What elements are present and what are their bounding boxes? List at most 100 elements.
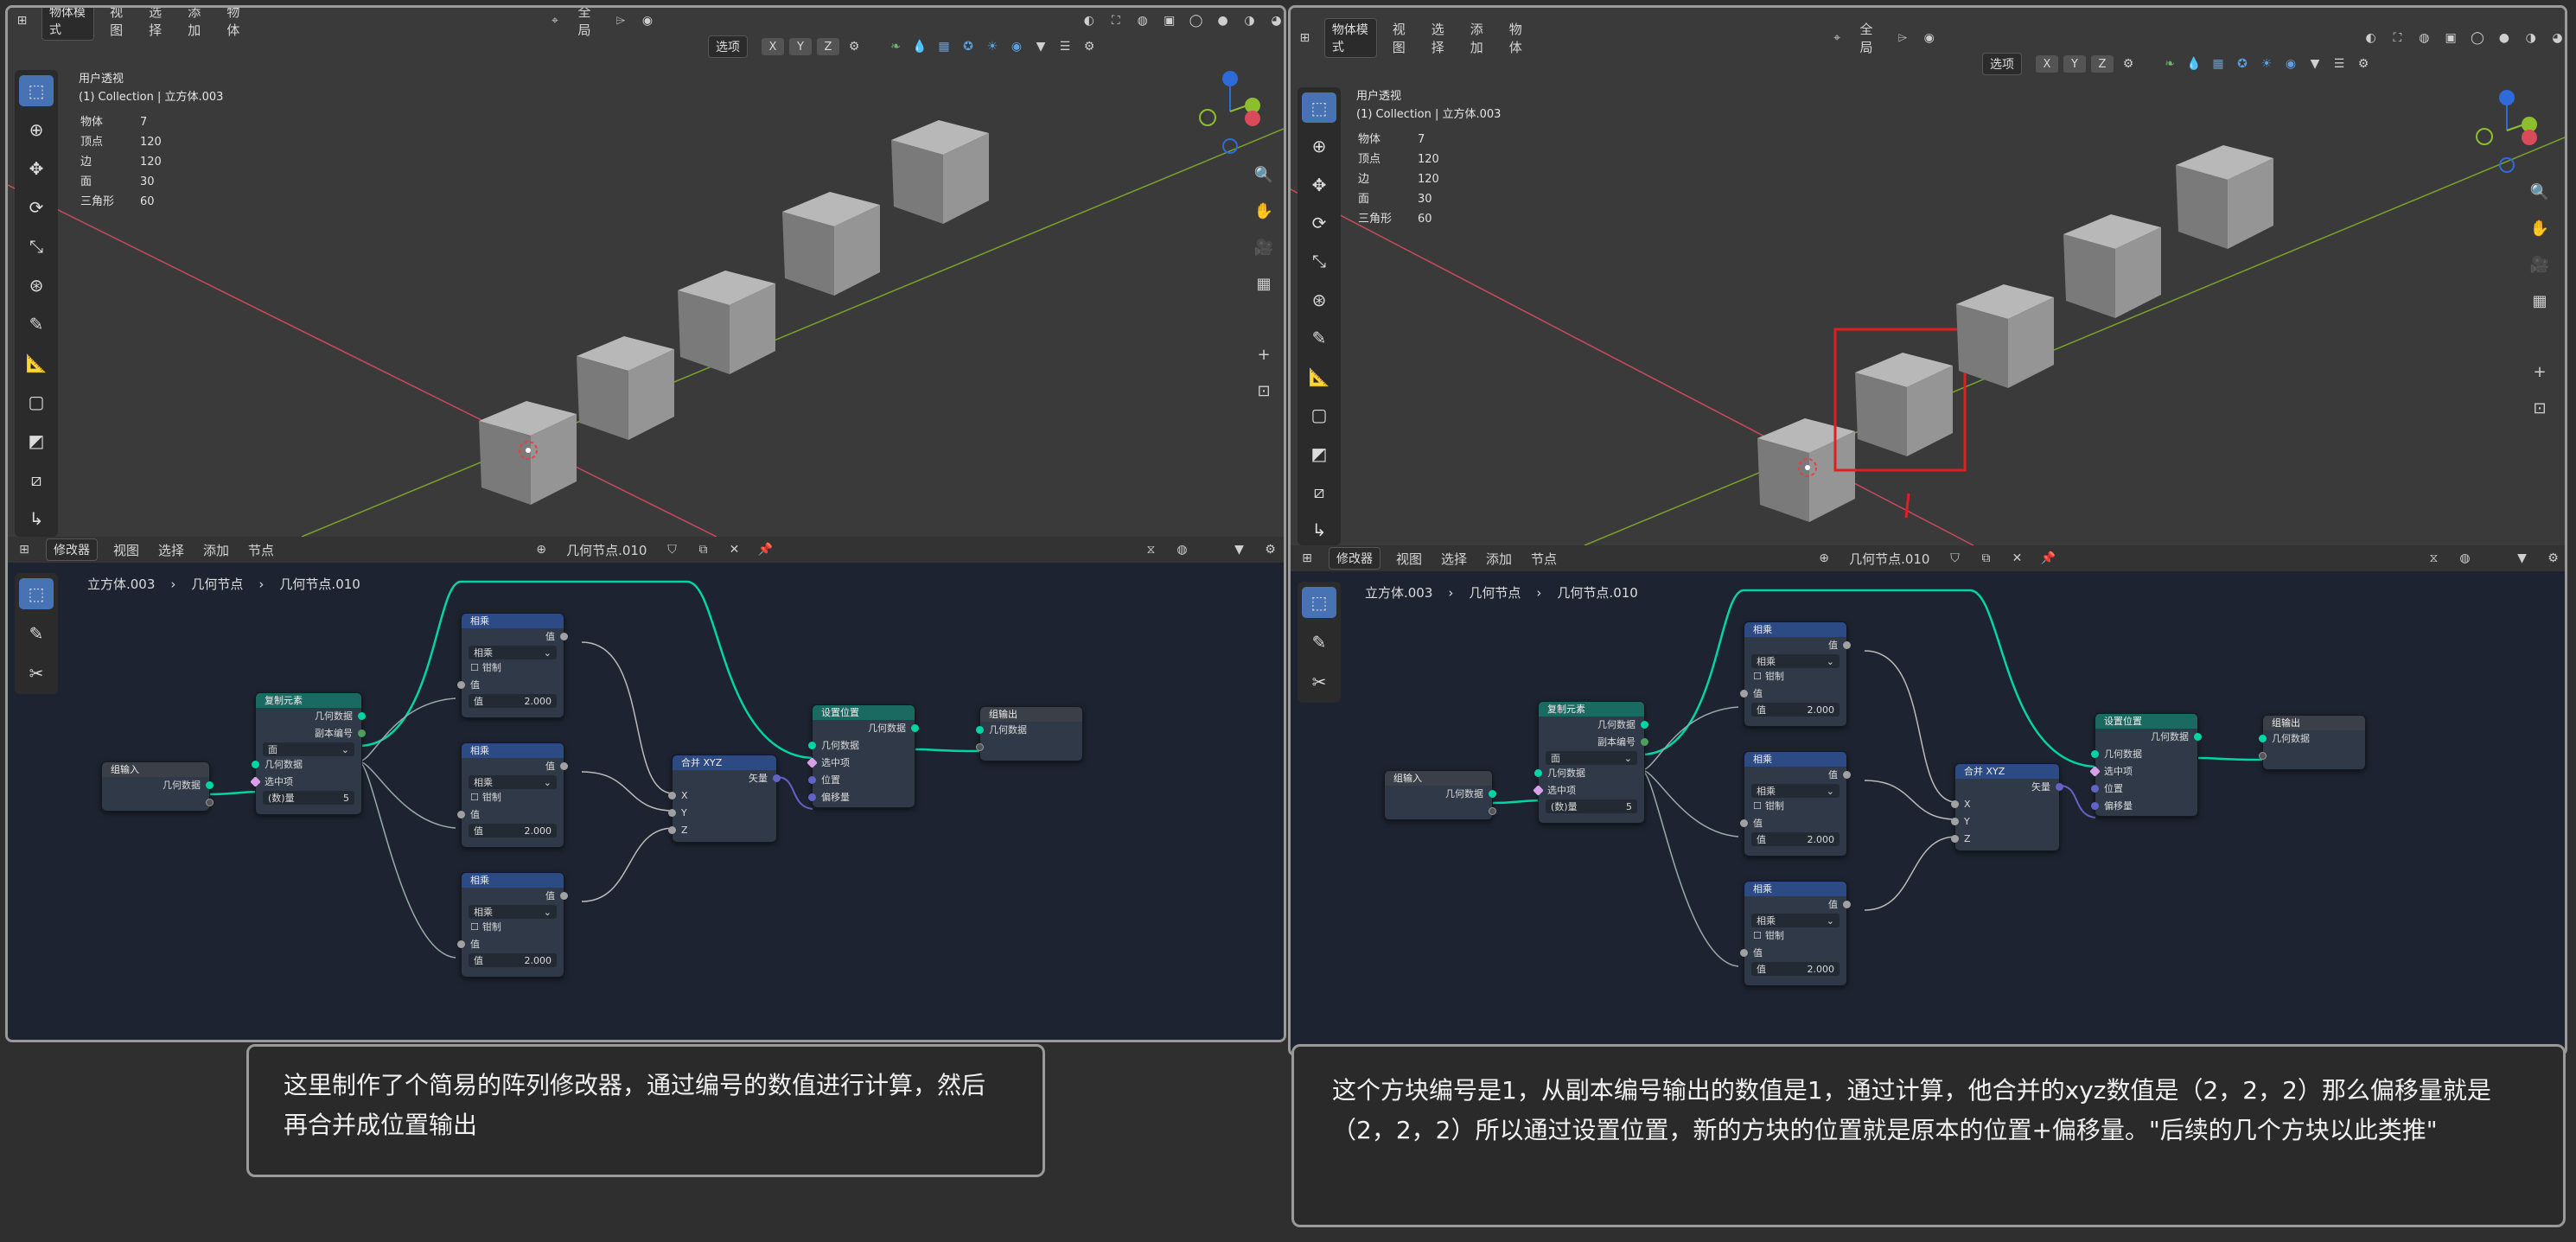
- cube[interactable]: [891, 120, 989, 224]
- fake-user-shield-icon[interactable]: ⛉: [1945, 549, 1964, 568]
- instance-node[interactable]: 复制元素 几何数据 副本编号 面 ⌄ 几何数据 选中项 (数)量 5: [250, 692, 366, 815]
- xray-icon[interactable]: ▣: [2444, 29, 2458, 48]
- gizmo-toggle-icon[interactable]: ⛶: [2390, 29, 2405, 48]
- transform-global-dropdown[interactable]: 全局: [574, 8, 601, 41]
- scale-tool-icon[interactable]: ⤡: [1302, 246, 1336, 277]
- menu-object[interactable]: 物体: [1506, 18, 1533, 58]
- 3d-viewport[interactable]: ⊞ 物体模式 视图 选择 添加 物体 ⌖ 全局 ⌲ ◉ ◐ ⛶ ◍ ▣ ◯ ● …: [8, 8, 1284, 537]
- combine-xyz-node[interactable]: 合并 XYZ 矢量 X Y Z: [1951, 763, 2063, 851]
- spin-tool-icon[interactable]: ↳: [1302, 515, 1336, 545]
- geometry-node-editor[interactable]: ⊞ 修改器 视图 选择 添加 节点 ⊕ 几何节点.010 ⛉ ⧉ ✕ 📌 ⧖ ◍…: [1291, 545, 2565, 1054]
- math-multiply-node-3[interactable]: 相乘 值 相乘 ⌄ ☐ 钳制 值 值 2.000: [1740, 881, 1851, 986]
- navigation-gizmo[interactable]: [1199, 71, 1260, 154]
- add-cube-tool-icon[interactable]: ▢: [1302, 399, 1336, 430]
- filter-lights-icon[interactable]: ☀: [2257, 54, 2276, 73]
- shading-material-icon[interactable]: ◑: [2523, 29, 2538, 48]
- 3d-viewport[interactable]: ⊞ 物体模式 视图 选择 添加 物体 ⌖ 全局 ⌲ ◉ ◐ ⛶ ◍ ▣ ◯ ● …: [1291, 8, 2565, 545]
- proportional-edit-icon[interactable]: ◉: [640, 11, 654, 30]
- cube[interactable]: [2063, 214, 2161, 318]
- cube[interactable]: [678, 271, 775, 374]
- instance-mode-dropdown[interactable]: 面 ⌄: [1546, 751, 1637, 765]
- node-tree-icon[interactable]: ⊕: [1814, 549, 1833, 568]
- annotate-tool-icon[interactable]: ✎: [19, 618, 54, 649]
- menu-select[interactable]: 选择: [145, 8, 172, 41]
- math-multiply-node-2[interactable]: 相乘 值 相乘 ⌄ ☐ 钳制 值 值 2.000: [457, 742, 568, 848]
- camera-view-icon[interactable]: 🎥: [2528, 253, 2551, 276]
- menu-view[interactable]: 视图: [1393, 548, 1425, 570]
- settings-gear-icon[interactable]: ⚙: [2543, 549, 2562, 568]
- node-tree-name[interactable]: 几何节点.010: [563, 539, 650, 561]
- group-input-node[interactable]: 组输入 几何数据: [101, 761, 214, 812]
- ortho-grid-icon[interactable]: ▦: [1253, 272, 1275, 295]
- filter-camera-icon[interactable]: ◉: [1007, 37, 1026, 56]
- editor-type-icon[interactable]: ⊞: [1298, 549, 1317, 568]
- breadcrumb-tree[interactable]: 几何节点.010: [1557, 583, 1637, 602]
- settings-gear-icon-2[interactable]: ⚙: [2354, 54, 2373, 73]
- select-box-tool-icon[interactable]: ⬚: [19, 578, 54, 609]
- filter-funnel-icon[interactable]: ▼: [2512, 549, 2531, 568]
- menu-view[interactable]: 视图: [110, 539, 143, 561]
- rotate-tool-icon[interactable]: ⟳: [19, 192, 54, 223]
- duplicate-icon[interactable]: ⧉: [1976, 549, 1995, 568]
- scale-tool-icon[interactable]: ⤡: [19, 231, 54, 262]
- filter-mesh-icon[interactable]: ▦: [2209, 54, 2228, 73]
- shading-solid-icon[interactable]: ●: [2496, 29, 2511, 48]
- node-editor-type-dropdown[interactable]: 修改器: [1329, 547, 1380, 570]
- snap-node-icon[interactable]: ⧖: [1141, 540, 1160, 559]
- add-plus-icon[interactable]: +: [1253, 343, 1275, 366]
- measure-tool-icon[interactable]: 📐: [1302, 361, 1336, 392]
- filter-drop-icon[interactable]: 💧: [910, 37, 929, 56]
- mirror-y-button[interactable]: Y: [789, 38, 812, 55]
- transform-global-dropdown[interactable]: 全局: [1857, 18, 1884, 58]
- measure-tool-icon[interactable]: 📐: [19, 347, 54, 379]
- proportional-edit-icon[interactable]: ◉: [1922, 29, 1936, 48]
- breadcrumb-modifier[interactable]: 几何节点: [191, 575, 243, 593]
- breadcrumb-object[interactable]: 立方体.003: [87, 575, 155, 593]
- menu-select[interactable]: 选择: [1428, 18, 1455, 58]
- editor-type-icon[interactable]: ⊞: [1298, 29, 1312, 48]
- move-tool-icon[interactable]: ✥: [1302, 169, 1336, 200]
- extrude-tool-icon[interactable]: ◩: [1302, 438, 1336, 468]
- annotate-tool-icon[interactable]: ✎: [1302, 627, 1336, 658]
- filter-bones-icon[interactable]: ✪: [2233, 54, 2252, 73]
- shear-tool-icon[interactable]: ⧄: [19, 464, 54, 495]
- mirror-z-button[interactable]: Z: [817, 38, 839, 55]
- add-cube-tool-icon[interactable]: ▢: [19, 386, 54, 417]
- annotate-tool-icon[interactable]: ✎: [19, 309, 54, 340]
- menu-select[interactable]: 选择: [155, 539, 188, 561]
- move-tool-icon[interactable]: ✥: [19, 153, 54, 184]
- filter-funnel-icon[interactable]: ▼: [2305, 54, 2324, 73]
- transform-tool-icon[interactable]: ⊛: [1302, 284, 1336, 315]
- gizmo-toggle-icon[interactable]: ⛶: [1108, 11, 1123, 30]
- zoom-icon[interactable]: 🔍: [2528, 181, 2551, 203]
- select-box-tool-icon[interactable]: ⬚: [19, 75, 54, 106]
- options-dropdown[interactable]: 选项: [708, 35, 748, 58]
- shading-wire-icon[interactable]: ◯: [2471, 29, 2485, 48]
- group-output-node[interactable]: 组输出 几何数据: [2259, 715, 2366, 770]
- cube[interactable]: [782, 192, 880, 296]
- overlay-toggle-icon[interactable]: ◍: [1135, 11, 1150, 30]
- close-icon[interactable]: ✕: [2007, 549, 2026, 568]
- transform-orientation-icon[interactable]: ⌖: [1830, 29, 1845, 48]
- set-position-node[interactable]: 设置位置 几何数据 几何数据 选中项 位置 偏移量: [2089, 713, 2202, 817]
- snap-node-icon[interactable]: ⧖: [2424, 549, 2443, 568]
- filter-bones-icon[interactable]: ✪: [959, 37, 978, 56]
- spin-tool-icon[interactable]: ↳: [19, 503, 54, 534]
- instance-count-field[interactable]: (数)量 5: [263, 791, 354, 805]
- fake-user-shield-icon[interactable]: ⛉: [662, 540, 681, 559]
- math-multiply-node-2[interactable]: 相乘 值 相乘 ⌄ ☐ 钳制 值 值 2.000: [1740, 751, 1851, 857]
- filter-funnel-icon[interactable]: ▼: [1229, 540, 1248, 559]
- menu-add[interactable]: 添加: [184, 8, 211, 41]
- node-tree-icon[interactable]: ⊕: [532, 540, 551, 559]
- link-cut-tool-icon[interactable]: ✂: [1302, 666, 1336, 697]
- shading-render-icon[interactable]: ◕: [1269, 11, 1284, 30]
- transform-tool-icon[interactable]: ⊛: [19, 270, 54, 301]
- set-position-node[interactable]: 设置位置 几何数据 几何数据 选中项 位置 偏移量: [807, 704, 919, 808]
- cube[interactable]: [479, 401, 577, 505]
- navigation-gizmo[interactable]: [2476, 90, 2537, 173]
- filter-lights-icon[interactable]: ☀: [983, 37, 1002, 56]
- cursor-tool-icon[interactable]: ⊕: [1302, 131, 1336, 161]
- overlay-toggle-icon[interactable]: ◍: [2417, 29, 2432, 48]
- visibility-icon[interactable]: ◐: [2363, 29, 2378, 48]
- group-output-node[interactable]: 组输出 几何数据: [976, 706, 1083, 761]
